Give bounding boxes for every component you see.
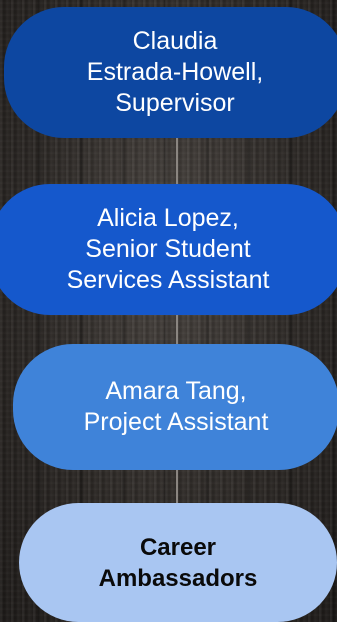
node-project-assistant-label: Amara Tang, Project Assistant <box>83 377 269 436</box>
node-supervisor: Claudia Estrada-Howell, Supervisor <box>4 7 337 138</box>
node-senior-assistant: Alicia Lopez, Senior Student Services As… <box>0 184 337 315</box>
node-career-ambassadors-label: Career Ambassadors <box>98 533 258 592</box>
node-career-ambassadors: Career Ambassadors <box>19 503 337 622</box>
connector-1-2 <box>176 138 178 184</box>
node-supervisor-label: Claudia Estrada-Howell, Supervisor <box>86 27 264 117</box>
connector-3-4 <box>176 470 178 503</box>
node-project-assistant: Amara Tang, Project Assistant <box>13 344 337 470</box>
node-senior-assistant-label: Alicia Lopez, Senior Student Services As… <box>66 204 270 294</box>
connector-2-3 <box>176 315 178 344</box>
